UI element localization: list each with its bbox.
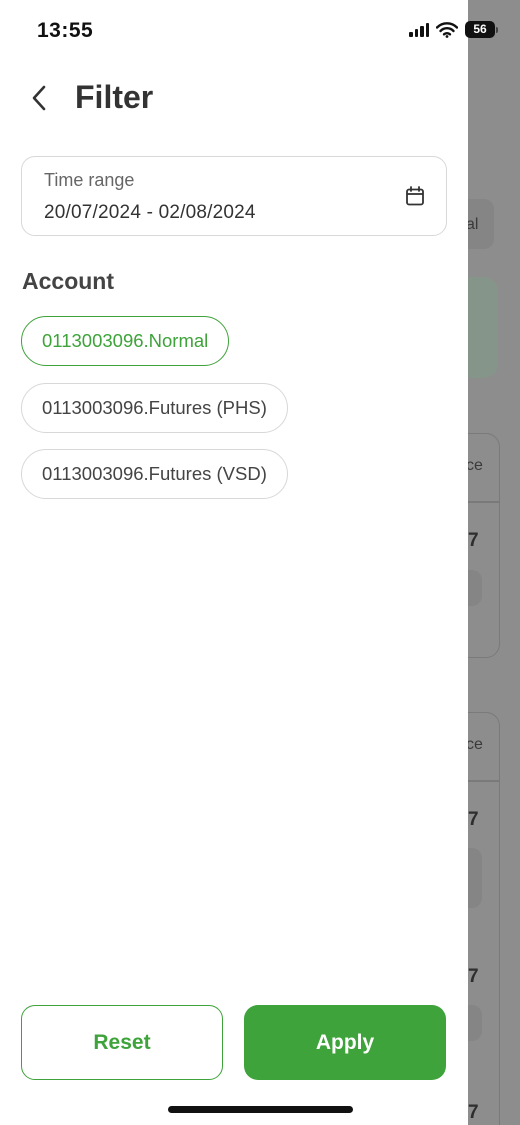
time-range-value: 20/07/2024 - 02/08/2024 (44, 202, 256, 223)
bg-number-fragment: 7 (468, 966, 479, 987)
calendar-icon (406, 186, 424, 206)
status-icons: 56 (409, 21, 498, 38)
apply-button[interactable]: Apply (244, 1005, 446, 1080)
status-bar: 13:55 56 (0, 0, 520, 60)
battery-icon: 56 (465, 21, 495, 38)
wifi-icon (436, 21, 458, 38)
home-indicator[interactable] (168, 1106, 353, 1113)
account-chip-normal[interactable]: 0113003096.Normal (21, 316, 230, 366)
time-range-field[interactable]: Time range 20/07/2024 - 02/08/2024 (21, 156, 447, 236)
bg-text-fragment: ce (466, 457, 483, 474)
page-title: Filter (75, 79, 154, 115)
cellular-signal-icon (409, 22, 429, 37)
bg-number-fragment: 7 (468, 809, 479, 830)
time-range-label: Time range (44, 170, 135, 190)
drawer-header: Filter (0, 74, 468, 122)
bg-number-fragment: 7 (468, 1102, 479, 1123)
status-time: 13:55 (37, 19, 94, 42)
reset-button[interactable]: Reset (21, 1005, 223, 1080)
account-chip-futures-vsd[interactable]: 0113003096.Futures (VSD) (21, 449, 288, 499)
chevron-left-icon (32, 85, 46, 111)
back-button[interactable] (24, 80, 54, 116)
account-section-title: Account (22, 268, 114, 294)
account-chip-futures-phs[interactable]: 0113003096.Futures (PHS) (21, 383, 288, 433)
bg-number-fragment: 7 (468, 530, 479, 551)
battery-tip (496, 26, 498, 33)
filter-drawer: Filter Time range 20/07/2024 - 02/08/202… (0, 0, 468, 1125)
bg-text-fragment: ce (466, 736, 483, 753)
